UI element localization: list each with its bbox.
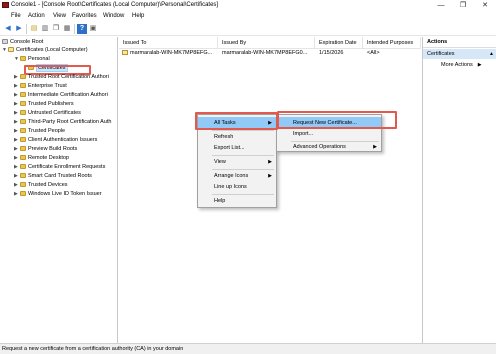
chevron-right-icon: ▶ bbox=[477, 62, 482, 68]
folder-icon bbox=[20, 128, 26, 134]
folder-icon bbox=[20, 56, 26, 62]
actions-pane: Actions Certificates ▲ More Actions ▶ bbox=[422, 37, 496, 343]
folder-icon bbox=[20, 173, 26, 179]
tree-node-store[interactable]: ▶ Intermediate Certification Authori bbox=[14, 91, 108, 100]
menu-item-import[interactable]: Import... bbox=[277, 128, 381, 140]
status-bar: Request a new certificate from a certifi… bbox=[0, 343, 496, 354]
folder-icon bbox=[20, 74, 26, 80]
folder-icon bbox=[20, 137, 26, 143]
tree-node-store[interactable]: ▶ Trusted Devices bbox=[14, 181, 68, 190]
column-header-expiration-date[interactable]: Expiration Date bbox=[315, 37, 363, 49]
console-tree: Console Root ▼ Certificates (Local Comput… bbox=[0, 37, 118, 343]
show-hide-tree-icon[interactable]: ▥ bbox=[40, 24, 50, 34]
certificate-icon bbox=[122, 50, 128, 56]
folder-icon bbox=[20, 146, 26, 152]
submenu-arrow-icon: ▶ bbox=[373, 144, 377, 150]
column-header-issued-to[interactable]: Issued To bbox=[119, 37, 218, 49]
folder-icon bbox=[2, 39, 8, 45]
close-button[interactable]: ✕ bbox=[476, 0, 494, 11]
submenu-arrow-icon: ▶ bbox=[268, 159, 272, 165]
restore-button[interactable]: ❐ bbox=[454, 0, 472, 11]
title-bar: Console1 - [Console Root\Certificates (L… bbox=[0, 0, 496, 11]
help-icon[interactable]: ? bbox=[77, 24, 87, 34]
folder-icon bbox=[20, 110, 26, 116]
tree-node-personal[interactable]: ▼ Personal bbox=[14, 55, 50, 64]
highlight-callout bbox=[277, 111, 397, 129]
folder-icon bbox=[20, 101, 26, 107]
menu-item-advanced-operations[interactable]: Advanced Operations ▶ bbox=[277, 141, 381, 153]
menu-help[interactable]: Help bbox=[132, 13, 144, 19]
minimize-button[interactable]: — bbox=[432, 0, 450, 11]
tree-node-certificates[interactable]: ▼ Certificates (Local Computer) bbox=[2, 46, 88, 55]
column-header-intended-purposes[interactable]: Intended Purposes bbox=[363, 37, 421, 49]
actions-header: Actions bbox=[423, 37, 496, 48]
tree-node-store[interactable]: ▶ Preview Build Roots bbox=[14, 145, 77, 154]
back-icon[interactable]: ◀ bbox=[3, 24, 13, 34]
up-folder-icon[interactable]: ▤ bbox=[29, 24, 39, 34]
toolbar-separator bbox=[74, 24, 75, 34]
folder-icon bbox=[20, 92, 26, 98]
menu-item-line-up-icons[interactable]: Line up Icons bbox=[198, 181, 276, 193]
window-title: Console1 - [Console Root\Certificates (L… bbox=[11, 2, 219, 8]
mmc-app-icon bbox=[2, 2, 9, 8]
tree-node-store[interactable]: ▶ Trusted Publishers bbox=[14, 100, 74, 109]
copy-icon[interactable]: ❐ bbox=[51, 24, 61, 34]
tree-node-store[interactable]: ▶ Client Authentication Issuers bbox=[14, 136, 97, 145]
folder-icon bbox=[20, 191, 26, 197]
toolbar-separator bbox=[26, 24, 27, 34]
certificate-store-icon bbox=[8, 47, 14, 53]
collapse-up-icon[interactable]: ▲ bbox=[489, 49, 494, 59]
forward-icon[interactable]: ▶ bbox=[14, 24, 24, 34]
tree-node-store[interactable]: ▶ Enterprise Trust bbox=[14, 82, 67, 91]
menu-favorites[interactable]: Favorites bbox=[72, 13, 97, 19]
menu-file[interactable]: File bbox=[11, 13, 21, 19]
cell-issued-to: marmaralab-WIN-MK7MP8EFG... bbox=[122, 49, 218, 58]
folder-icon bbox=[20, 155, 26, 161]
properties-icon[interactable]: ▣ bbox=[88, 24, 98, 34]
actions-section-certificates[interactable]: Certificates ▲ bbox=[423, 49, 496, 59]
more-actions-link[interactable]: More Actions ▶ bbox=[441, 61, 482, 70]
tree-node-store[interactable]: ▶ Trusted People bbox=[14, 127, 65, 136]
tree-node-store[interactable]: ▶ Untrusted Certificates bbox=[14, 109, 81, 118]
menu-item-export-list[interactable]: Export List... bbox=[198, 142, 276, 154]
tree-node-store[interactable]: ▶ Remote Desktop bbox=[14, 154, 69, 163]
tree-node-store[interactable]: ▶ Trusted Root Certification Authori bbox=[14, 73, 109, 82]
toolbar: ◀ ▶ ▤ ▥ ❐ ▦ ? ▣ bbox=[0, 22, 496, 36]
menu-item-view[interactable]: View ▶ bbox=[198, 156, 276, 168]
tree-node-store[interactable]: ▶ Certificate Enrollment Requests bbox=[14, 163, 105, 172]
tree-node-store[interactable]: ▶ Smart Card Trusted Roots bbox=[14, 172, 92, 181]
menu-item-help[interactable]: Help bbox=[198, 195, 276, 207]
cell-intended-purposes: <All> bbox=[367, 50, 380, 56]
menu-bar: File Action View Favorites Window Help bbox=[0, 11, 496, 22]
tree-node-store[interactable]: ▶ Windows Live ID Token Issuer bbox=[14, 190, 102, 199]
tree-node-store[interactable]: ▶ Third-Party Root Certification Auth bbox=[14, 118, 111, 127]
cell-issued-by: marmaralab-WIN-MK7MP8EFG0... bbox=[222, 50, 308, 56]
folder-icon bbox=[20, 182, 26, 188]
highlight-callout bbox=[195, 112, 278, 130]
cell-expiration-date: 1/15/2026 bbox=[319, 50, 344, 56]
menu-window[interactable]: Window bbox=[103, 13, 124, 19]
export-list-icon[interactable]: ▦ bbox=[62, 24, 72, 34]
column-header-issued-by[interactable]: Issued By bbox=[218, 37, 315, 49]
menu-action[interactable]: Action bbox=[28, 13, 45, 19]
menu-view[interactable]: View bbox=[53, 13, 66, 19]
folder-icon bbox=[20, 83, 26, 89]
folder-icon bbox=[20, 164, 26, 170]
folder-icon bbox=[20, 119, 26, 125]
